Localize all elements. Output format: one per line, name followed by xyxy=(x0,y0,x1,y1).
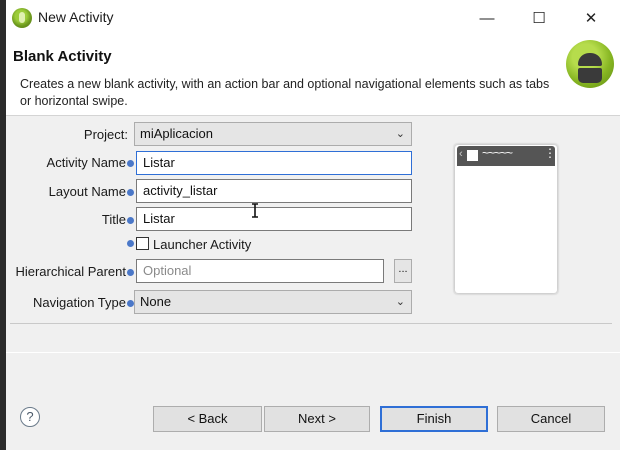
wizard-page-title: Blank Activity xyxy=(13,48,112,65)
preview-title-placeholder-icon: ~~~~~ xyxy=(482,146,513,160)
minimize-icon: — xyxy=(479,9,495,27)
activity-preview xyxy=(455,145,557,293)
info-icon xyxy=(127,300,134,308)
activity-name-label: Activity Name xyxy=(10,155,134,170)
launcher-activity-label[interactable]: Launcher Activity xyxy=(153,237,251,252)
info-icon xyxy=(127,160,134,168)
finish-button[interactable]: Finish xyxy=(380,406,488,432)
browse-button[interactable]: ... xyxy=(394,259,412,283)
navigation-type-combo[interactable]: None ⌄ xyxy=(134,290,412,314)
chevron-down-icon: ⌄ xyxy=(395,296,405,308)
close-button[interactable]: ✕ xyxy=(568,0,614,36)
android-robot-head-icon xyxy=(578,53,602,66)
project-label: Project: xyxy=(83,127,128,142)
next-button[interactable]: Next > xyxy=(264,406,370,432)
separator xyxy=(10,323,612,324)
back-button[interactable]: < Back xyxy=(153,406,262,432)
navigation-type-value: None xyxy=(140,294,172,309)
wizard-page-description: Creates a new blank activity, with an ac… xyxy=(20,77,550,108)
text-cursor-icon xyxy=(252,203,258,218)
layout-name-label: Layout Name xyxy=(10,184,134,199)
window-title: New Activity xyxy=(38,9,114,25)
chevron-down-icon: ⌄ xyxy=(395,128,405,140)
hierarchical-parent-input[interactable]: Optional xyxy=(136,259,384,283)
eclipse-app-icon xyxy=(12,8,32,28)
hierarchical-parent-label: Hierarchical Parent xyxy=(10,264,134,279)
activity-name-input[interactable]: Listar xyxy=(136,151,412,175)
preview-back-icon: ‹ xyxy=(459,148,463,160)
project-value: miAplicacion xyxy=(140,126,213,141)
layout-name-input[interactable]: activity_listar xyxy=(136,179,412,203)
help-icon[interactable]: ? xyxy=(20,407,40,427)
minimize-button[interactable]: — xyxy=(464,0,510,36)
maximize-icon: ☐ xyxy=(532,10,546,27)
maximize-button[interactable]: ☐ xyxy=(516,0,562,36)
launcher-activity-checkbox[interactable] xyxy=(136,237,149,250)
navigation-type-label: Navigation Type xyxy=(10,295,134,310)
title-input[interactable]: Listar xyxy=(136,207,412,231)
info-icon xyxy=(127,189,134,197)
cancel-button[interactable]: Cancel xyxy=(497,406,605,432)
info-icon xyxy=(127,240,134,247)
preview-app-icon xyxy=(467,150,478,161)
info-icon xyxy=(127,269,134,277)
title-label: Title xyxy=(10,212,134,227)
info-icon xyxy=(127,217,134,225)
close-icon: ✕ xyxy=(584,10,598,27)
preview-overflow-icon: ⋮ xyxy=(544,146,556,160)
button-bar xyxy=(6,353,620,450)
android-robot-body-icon xyxy=(578,68,602,83)
project-combo[interactable]: miAplicacion ⌄ xyxy=(134,122,412,146)
